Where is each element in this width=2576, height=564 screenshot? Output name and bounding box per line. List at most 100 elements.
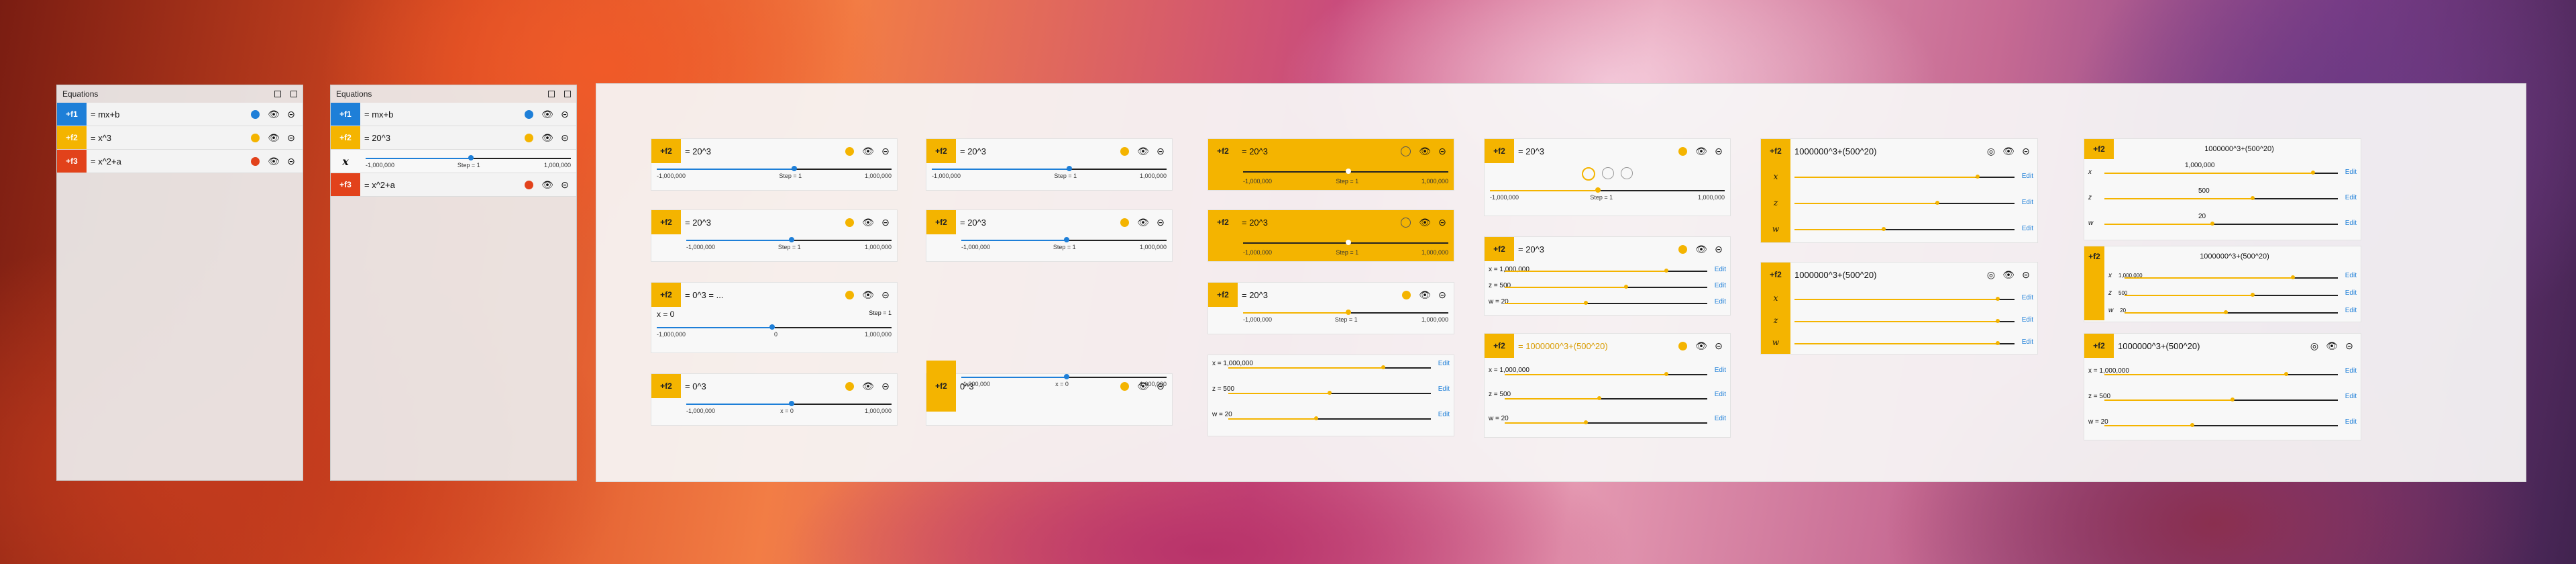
visibility-icon[interactable]: 👁 <box>1137 146 1149 157</box>
visibility-icon[interactable]: 👁 <box>2326 340 2338 352</box>
variable-row[interactable]: x = 1,000,000 Edit <box>1208 355 1454 371</box>
function-label[interactable]: + f2 <box>926 139 956 163</box>
visibility-icon[interactable]: 👁 <box>1419 146 1431 157</box>
variable-row[interactable]: z = 500 Edit <box>1485 382 1730 406</box>
more-icon[interactable]: ⊝ <box>285 156 297 167</box>
more-icon[interactable]: ⊝ <box>559 132 571 144</box>
visibility-icon[interactable]: 👁 <box>1695 340 1707 352</box>
variable-row[interactable]: w = 20 Edit <box>1208 406 1454 422</box>
equation-text[interactable]: = x^2+a <box>360 180 525 190</box>
equation-row[interactable]: + f3 = x^2+a 👁 ⊝ <box>57 150 303 173</box>
edit-link[interactable]: Edit <box>1715 415 1726 422</box>
more-icon[interactable]: ⊝ <box>879 146 892 157</box>
edit-link[interactable]: Edit <box>1438 411 1450 418</box>
variable-slider[interactable]: -1,000,000 0 1,000,000 <box>651 322 897 339</box>
equation-card[interactable]: + f2 1000000^3+(500^20) ◎ 👁 ⊝ x z w Edit Ed… <box>1760 262 2038 355</box>
edit-link[interactable]: Edit <box>2345 307 2357 314</box>
equation-row[interactable]: + f2 = x^3 👁 ⊝ <box>57 126 303 150</box>
more-icon[interactable]: ⊝ <box>879 217 892 228</box>
color-dot[interactable] <box>1401 217 1411 228</box>
visibility-icon[interactable]: 👁 <box>2002 146 2015 157</box>
color-dot[interactable] <box>845 146 854 156</box>
more-icon[interactable]: ⊝ <box>285 132 297 144</box>
palette-icon[interactable]: ◎ <box>1985 146 1997 157</box>
more-icon[interactable]: ⊝ <box>879 381 892 392</box>
function-label[interactable]: + f2 <box>331 126 360 149</box>
color-dot[interactable] <box>1120 146 1129 156</box>
edit-link[interactable]: Edit <box>2022 294 2033 301</box>
equation-card[interactable]: + f2 = 20^3 👁 ⊝ -1,000,000 Step = 1 1,000,0… <box>926 138 1173 191</box>
edit-link[interactable]: Edit <box>1438 360 1450 367</box>
more-icon[interactable]: ⊝ <box>1155 146 1167 157</box>
variable-row[interactable]: x = 1,000,000 Edit <box>2084 358 2361 383</box>
color-dot[interactable] <box>1678 146 1687 156</box>
variable-slider[interactable]: -1,000,000 x = 0 1,000,000 <box>681 398 897 416</box>
variable-slider[interactable]: -1,000,000 Step = 1 1,000,000 <box>1485 185 1730 202</box>
function-label[interactable]: + f3 <box>57 150 87 173</box>
variables-card[interactable]: x = 1,000,000 Edit z = 500 Edit w = 20 Edit <box>1208 355 1454 436</box>
more-icon[interactable]: ⊝ <box>1713 146 1725 157</box>
equation-card[interactable]: + f2 1000000^3+(500^20) ◎ 👁 ⊝ x z w Edit Ed… <box>1760 138 2038 243</box>
equation-text[interactable]: = 20^3 <box>681 218 845 228</box>
equation-card[interactable]: + f2 = 0^3 👁 ⊝ -1,000,000 x = 0 1,000,000 <box>651 373 898 426</box>
visibility-icon[interactable]: 👁 <box>862 146 874 157</box>
edit-link[interactable]: Edit <box>2345 289 2357 297</box>
equation-card[interactable]: + f2 = 20^3 👁 ⊝ -1,000,000 Step = 1 1,000,0… <box>651 138 898 191</box>
variable-slider[interactable]: -1,000,000 Step = 1 1,000,000 <box>681 234 897 252</box>
edit-link[interactable]: Edit <box>2345 220 2357 227</box>
variable-row[interactable]: x 1,000,000 Edit <box>2084 159 2361 185</box>
more-icon[interactable]: ⊝ <box>2020 146 2032 157</box>
visibility-icon[interactable]: 👁 <box>862 381 874 392</box>
function-label[interactable]: + f2 <box>651 283 681 307</box>
equation-text[interactable]: = 1000000^3+(500^20) <box>1514 341 1678 351</box>
variable-slider[interactable]: -1,000,000 Step = 1 1,000,000 <box>360 152 576 170</box>
color-dot[interactable] <box>1120 218 1129 227</box>
equation-card[interactable]: + f2 = 20^3 👁 ⊝ -1,000,000 Step = 1 1,000,0… <box>1208 282 1454 334</box>
maximize-button[interactable] <box>564 91 571 97</box>
color-dot[interactable] <box>1401 146 1411 156</box>
variable-slider[interactable]: -1,000,000 Step = 1 1,000,000 <box>956 234 1172 252</box>
variable-row[interactable]: w 20 Edit <box>2084 210 2361 236</box>
equation-card[interactable]: + f2 1000000^3+(500^20) ◎ 👁 ⊝ x = 1,000,0… <box>2084 333 2361 440</box>
equation-text[interactable]: = mx+b <box>360 109 525 120</box>
equation-card[interactable]: + f2 = 0^3 = ... 👁 ⊝ x = 0 Step = 1 -1,000… <box>651 282 898 353</box>
color-dot[interactable] <box>1678 341 1687 350</box>
visibility-icon[interactable]: 👁 <box>1695 244 1707 255</box>
variable-row[interactable]: Edit <box>1790 163 2037 189</box>
function-label[interactable]: + f2 <box>1761 263 1790 287</box>
more-icon[interactable]: ⊝ <box>559 109 571 120</box>
color-dot[interactable] <box>1402 290 1411 299</box>
equation-text[interactable]: = 0^3 <box>681 381 845 391</box>
function-label[interactable]: + f2 <box>1485 139 1514 163</box>
function-label[interactable]: + f2 <box>1485 237 1514 261</box>
function-label[interactable]: + f2 <box>2084 334 2114 358</box>
variable-row[interactable]: w = 20 Edit <box>2084 409 2361 434</box>
variable-row[interactable]: z 500 Edit <box>2104 284 2361 301</box>
color-dot[interactable] <box>845 218 854 227</box>
equation-row[interactable]: + f3 = x^2+a 👁 ⊝ <box>331 173 576 197</box>
equation-text[interactable]: 1000000^3+(500^20) <box>1790 146 1985 156</box>
more-icon[interactable]: ⊝ <box>1436 146 1448 157</box>
equation-card[interactable]: + f2 1000000^3+(500^20) x 1,000,000 Edit z… <box>2084 138 2361 240</box>
equation-text[interactable]: 1000000^3+(500^20) <box>1790 270 1985 280</box>
more-icon[interactable]: ⊝ <box>1713 340 1725 352</box>
visibility-icon[interactable]: 👁 <box>1419 289 1431 301</box>
palette-icon[interactable]: ◎ <box>2308 340 2320 352</box>
variable-slider[interactable]: -1,000,000 Step = 1 1,000,000 <box>1208 234 1454 261</box>
visibility-icon[interactable]: 👁 <box>541 109 553 120</box>
variable-row[interactable]: Edit <box>1790 189 2037 216</box>
edit-link[interactable]: Edit <box>2345 169 2357 176</box>
equation-text[interactable]: = x^2+a <box>87 156 251 167</box>
more-icon[interactable]: ⊝ <box>1436 289 1448 301</box>
edit-link[interactable]: Edit <box>1715 391 1726 398</box>
visibility-icon[interactable]: 👁 <box>268 109 280 120</box>
equation-text[interactable]: 1000000^3+(500^20) <box>2114 341 2308 351</box>
edit-link[interactable]: Edit <box>2345 272 2357 279</box>
equation-card[interactable]: + f2 1000000^3+(500^20) x 1,000,000 Edit z… <box>2084 246 2361 322</box>
variable-row[interactable]: w = 20 Edit <box>1485 406 1730 430</box>
maximize-button[interactable] <box>290 91 297 97</box>
function-label[interactable]: + f2 <box>1208 283 1238 307</box>
variable-row[interactable]: z = 500 Edit <box>1208 381 1454 397</box>
variable-row[interactable]: z 500 Edit <box>2084 185 2361 210</box>
variable-row[interactable]: w = 20 Edit <box>1485 293 1730 310</box>
